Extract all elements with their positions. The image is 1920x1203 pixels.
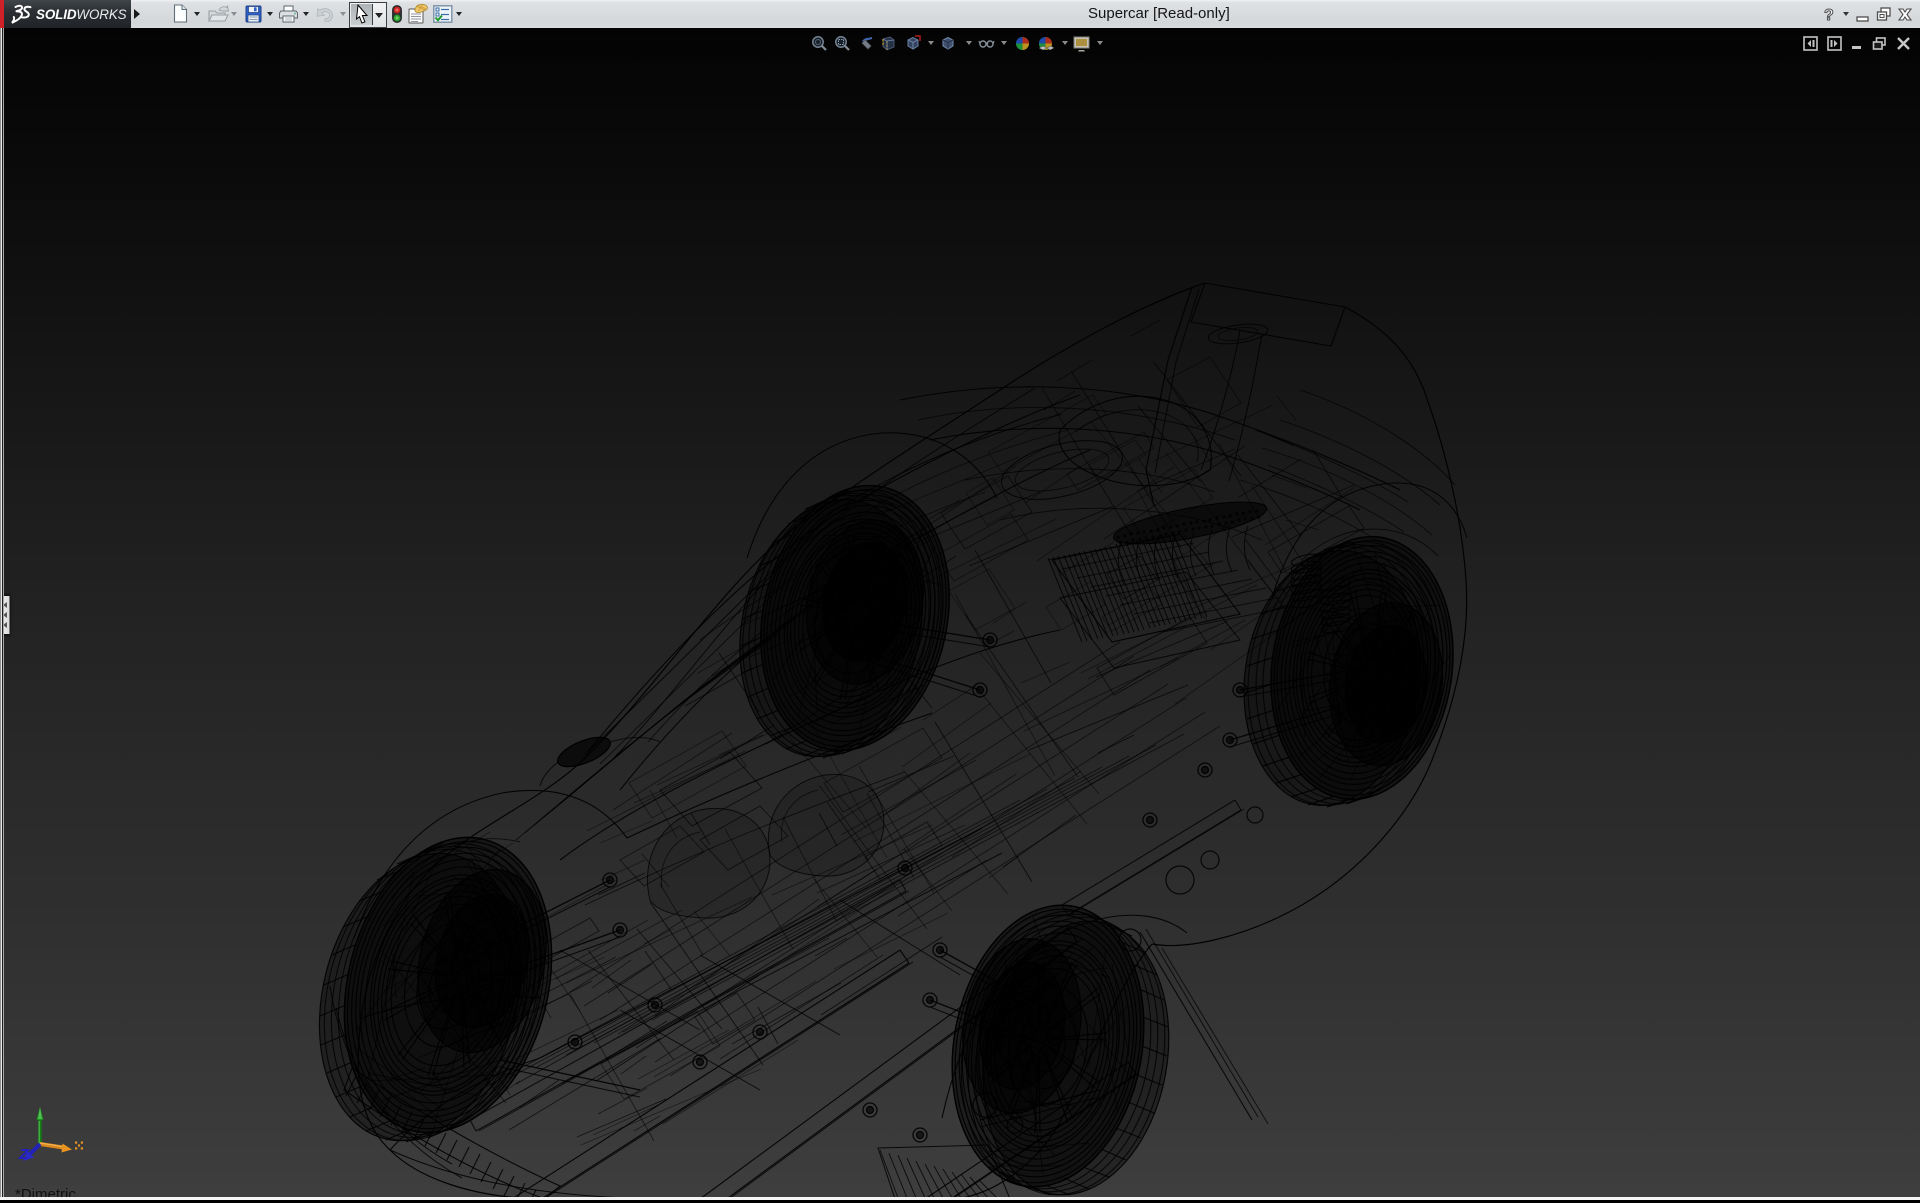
- svg-text:SOLIDWORKS: SOLIDWORKS: [36, 7, 127, 22]
- svg-text:?: ?: [1824, 7, 1834, 24]
